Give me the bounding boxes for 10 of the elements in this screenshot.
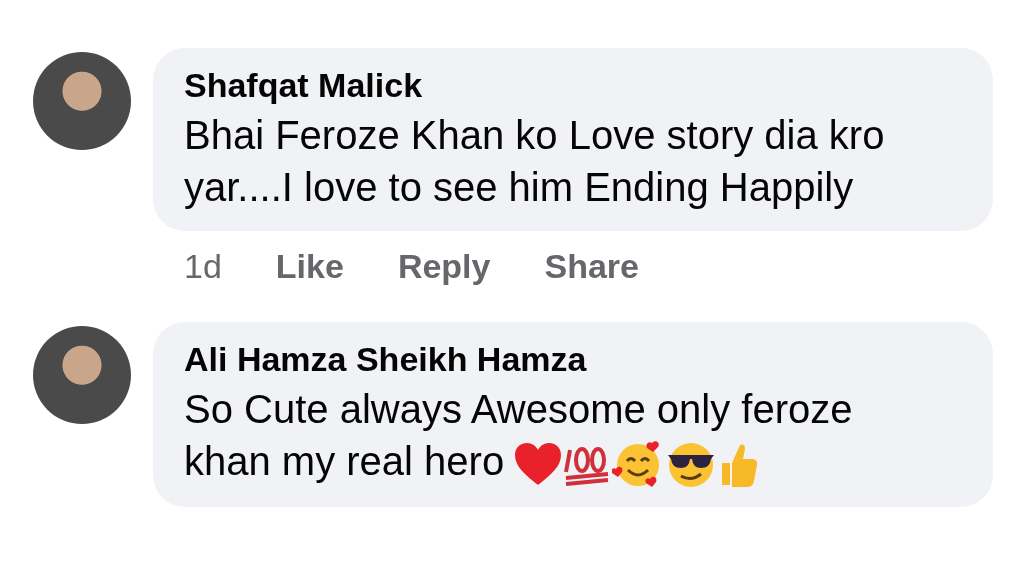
comment-action-link[interactable]: Share [544,247,639,286]
comment-text: Bhai Feroze Khan ko Love story dia kro yar....I love to see him Ending Happily [184,112,886,211]
comment-action-link[interactable]: Reply [397,247,491,286]
comment-time: 1d [184,247,222,286]
comment-action-link[interactable]: Like [275,247,344,286]
comment-text: So Cute always Awesome only feroze khan my real hero [184,383,913,490]
commenter-name[interactable]: Ali Hamza Sheikh Hamza [184,340,913,379]
sunglasses-face-icon [666,440,717,489]
commenter-name[interactable]: Shafqat Malick [184,66,913,105]
heart-emoji-icon [514,442,563,487]
